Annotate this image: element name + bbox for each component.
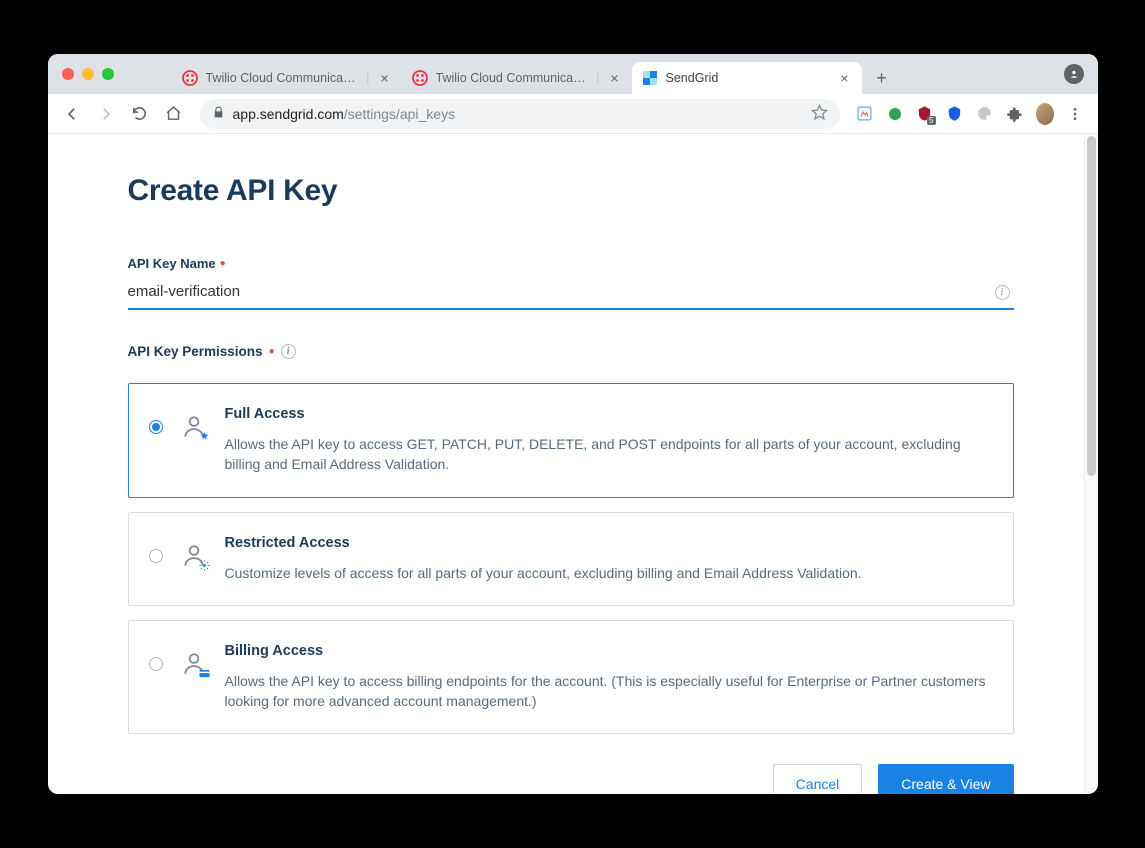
twilio-favicon-icon [412, 70, 428, 86]
reload-button[interactable] [126, 100, 154, 128]
extension-icon[interactable] [856, 105, 874, 123]
api-key-permissions-label: API Key Permissions● i [128, 344, 1014, 359]
cancel-button[interactable]: Cancel [773, 764, 863, 794]
back-button[interactable] [58, 100, 86, 128]
card-badge-icon [199, 668, 210, 679]
extension-icons: 5 [852, 105, 1088, 123]
tab-strip: Twilio Cloud Communications | × Twilio C… [48, 54, 1098, 94]
required-icon: ● [220, 258, 226, 269]
create-and-view-button[interactable]: Create & View [878, 764, 1013, 794]
url-text: app.sendgrid.com/settings/api_keys [233, 106, 456, 122]
minimize-window-button[interactable] [82, 68, 94, 80]
browser-window: Twilio Cloud Communications | × Twilio C… [48, 54, 1098, 794]
option-description: Allows the API key to access GET, PATCH,… [225, 434, 989, 475]
address-bar[interactable]: app.sendgrid.com/settings/api_keys [200, 99, 840, 129]
profile-avatar[interactable] [1036, 105, 1054, 123]
account-indicator-icon[interactable] [1064, 64, 1084, 84]
scrollbar[interactable] [1084, 134, 1098, 794]
option-title: Billing Access [225, 643, 989, 659]
radio-icon [149, 657, 163, 671]
permission-option-billing-access[interactable]: Billing Access Allows the API key to acc… [128, 620, 1014, 735]
api-key-name-field-wrap: i [128, 277, 1014, 310]
person-icon [181, 414, 207, 440]
option-description: Allows the API key to access billing end… [225, 671, 989, 712]
page-title: Create API Key [128, 174, 1014, 208]
forward-button[interactable] [92, 100, 120, 128]
scrollbar-thumb[interactable] [1087, 136, 1096, 476]
radio-icon [149, 549, 163, 563]
info-icon[interactable]: i [995, 285, 1010, 300]
permission-option-restricted-access[interactable]: Restricted Access Customize levels of ac… [128, 512, 1014, 606]
star-badge-icon [199, 431, 210, 442]
close-window-button[interactable] [62, 68, 74, 80]
permission-option-full-access[interactable]: Full Access Allows the API key to access… [128, 383, 1014, 498]
extension-icon[interactable]: 5 [916, 105, 934, 123]
browser-tab-2[interactable]: SendGrid × [632, 62, 862, 94]
person-icon [181, 651, 207, 677]
extension-icon[interactable] [886, 105, 904, 123]
option-title: Full Access [225, 406, 989, 422]
gear-badge-icon [199, 560, 210, 571]
tab-title: Twilio Cloud Communications [206, 71, 359, 85]
tab-title: Twilio Cloud Communications [436, 71, 589, 85]
browser-tab-1[interactable]: Twilio Cloud Communications | × [402, 62, 632, 94]
extension-icon[interactable] [946, 105, 964, 123]
info-icon[interactable]: i [281, 344, 296, 359]
tab-divider: | [366, 71, 369, 85]
maximize-window-button[interactable] [102, 68, 114, 80]
extensions-menu-icon[interactable] [1006, 105, 1024, 123]
close-tab-icon[interactable]: × [608, 70, 622, 86]
option-description: Customize levels of access for all parts… [225, 563, 989, 583]
viewport: Create API Key API Key Name● i API Key P… [48, 134, 1098, 794]
lock-icon [212, 106, 225, 122]
browser-toolbar: app.sendgrid.com/settings/api_keys 5 [48, 94, 1098, 134]
tab-divider: | [596, 71, 599, 85]
radio-icon [149, 420, 163, 434]
sendgrid-favicon-icon [642, 70, 658, 86]
browser-menu-icon[interactable] [1066, 105, 1084, 123]
window-controls [58, 54, 122, 94]
person-icon [181, 543, 207, 569]
option-title: Restricted Access [225, 535, 989, 551]
home-button[interactable] [160, 100, 188, 128]
tab-title: SendGrid [666, 71, 830, 85]
bookmark-star-icon[interactable] [811, 104, 828, 124]
action-buttons: Cancel Create & View [128, 764, 1014, 794]
close-tab-icon[interactable]: × [838, 70, 852, 86]
required-icon: ● [269, 346, 275, 357]
api-key-name-input[interactable] [128, 277, 1014, 310]
extension-icon[interactable] [976, 105, 994, 123]
twilio-favicon-icon [182, 70, 198, 86]
browser-tab-0[interactable]: Twilio Cloud Communications | × [172, 62, 402, 94]
new-tab-button[interactable]: + [868, 64, 896, 92]
page-content: Create API Key API Key Name● i API Key P… [48, 134, 1084, 794]
api-key-name-label: API Key Name● [128, 256, 1014, 271]
close-tab-icon[interactable]: × [378, 70, 392, 86]
